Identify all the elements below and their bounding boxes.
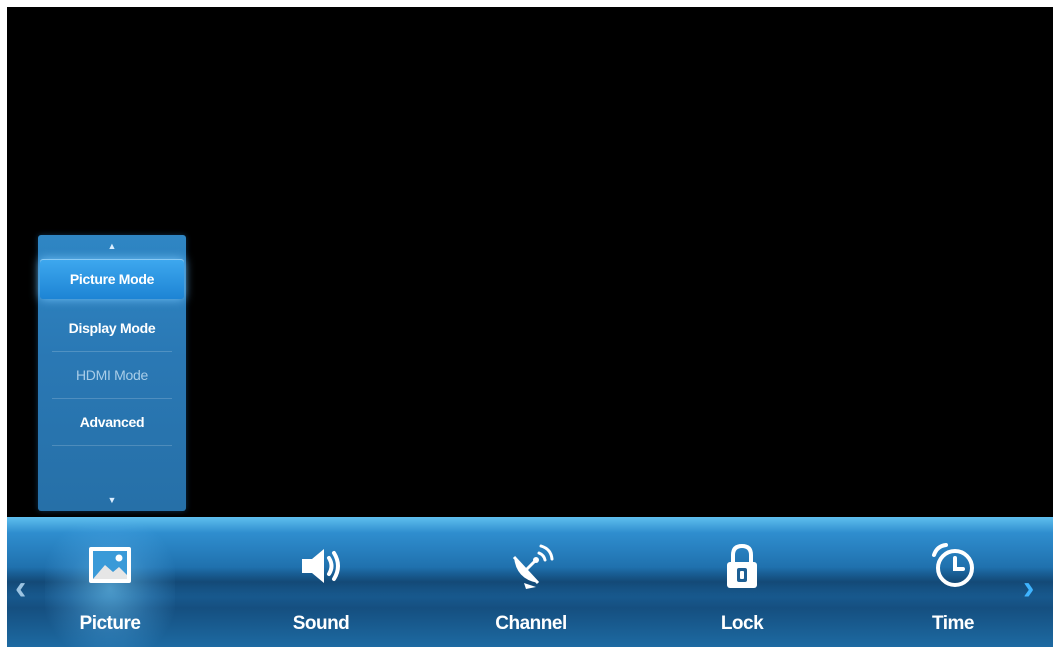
menu-item-label: Channel (495, 613, 567, 634)
tv-screen: ▲ Picture Mode Display Mode HDMI Mode Ad… (7, 7, 1053, 647)
scroll-up-icon[interactable]: ▲ (38, 241, 186, 251)
menu-item-label: Picture (79, 613, 141, 634)
menu-item-label: Time (931, 613, 975, 634)
chevron-right-icon[interactable]: › (1023, 571, 1034, 605)
menu-item-label: Sound (292, 613, 350, 634)
menu-item-picture[interactable]: Picture (45, 517, 175, 647)
speaker-icon (302, 549, 340, 583)
picture-icon (89, 547, 131, 583)
menu-item-channel[interactable]: Channel (466, 517, 596, 647)
menu-item-time[interactable]: Time (888, 517, 1018, 647)
submenu-item-hdmi-mode: HDMI Mode (52, 352, 172, 399)
menu-item-lock[interactable]: Lock (677, 517, 807, 647)
menu-item-label: Lock (720, 613, 764, 634)
alarm-clock-icon (932, 543, 974, 587)
menu-item-sound[interactable]: Sound (256, 517, 386, 647)
satellite-dish-icon (512, 544, 554, 589)
submenu-item-picture-mode[interactable]: Picture Mode (40, 259, 184, 299)
scroll-down-icon[interactable]: ▼ (38, 495, 186, 505)
main-menu-bar: ‹ Picture Sound Channel Lock Time › (7, 517, 1053, 647)
chevron-left-icon[interactable]: ‹ (15, 571, 26, 605)
picture-submenu: ▲ Picture Mode Display Mode HDMI Mode Ad… (38, 235, 186, 511)
submenu-item-advanced[interactable]: Advanced (52, 399, 172, 446)
lock-icon (727, 543, 757, 588)
submenu-item-display-mode[interactable]: Display Mode (52, 305, 172, 352)
submenu-list: Picture Mode Display Mode HDMI Mode Adva… (38, 259, 186, 446)
